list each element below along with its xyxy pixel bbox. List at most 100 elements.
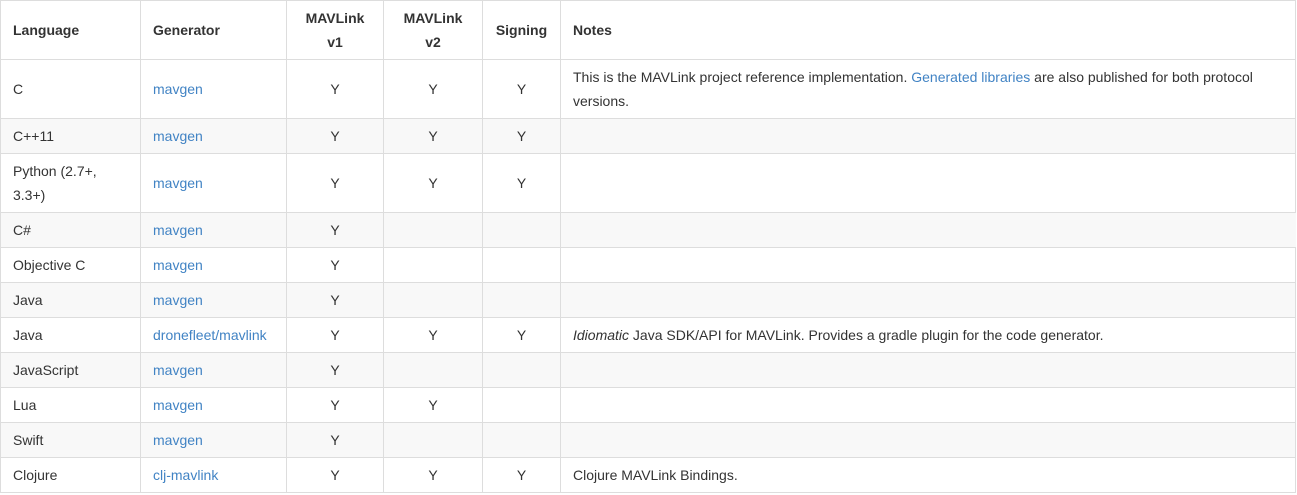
cell-v1: Y	[286, 457, 384, 493]
cell-signing: Y	[482, 317, 561, 353]
header-signing: Signing	[482, 0, 561, 60]
cell-language: C	[0, 59, 141, 119]
cell-language: Clojure	[0, 457, 141, 493]
cell-signing	[482, 422, 561, 458]
cell-language: Swift	[0, 422, 141, 458]
cell-notes	[560, 282, 1296, 318]
cell-generator: mavgen	[140, 59, 287, 119]
generator-link[interactable]: mavgen	[153, 175, 203, 191]
notes-emphasis: Idiomatic	[573, 327, 630, 343]
cell-v1: Y	[286, 153, 384, 213]
cell-language: C#	[0, 212, 141, 248]
cell-language: Lua	[0, 387, 141, 423]
cell-v1: Y	[286, 352, 384, 388]
cell-v2	[383, 212, 483, 248]
cell-v2	[383, 352, 483, 388]
cell-v2: Y	[383, 153, 483, 213]
header-notes: Notes	[560, 0, 1296, 60]
header-mavlink-v2-line1: MAVLink	[403, 10, 463, 26]
cell-generator: mavgen	[140, 153, 287, 213]
cell-v1: Y	[286, 422, 384, 458]
table-row: Clojure clj-mavlink Y Y Y Clojure MAVLin…	[0, 457, 1296, 493]
cell-notes	[560, 118, 1296, 154]
cell-generator: mavgen	[140, 282, 287, 318]
cell-v1: Y	[286, 317, 384, 353]
table-row: Swift mavgen Y	[0, 422, 1296, 458]
generated-libraries-link[interactable]: Generated libraries	[911, 69, 1030, 85]
cell-signing: Y	[482, 457, 561, 493]
table-row: C mavgen Y Y Y This is the MAVLink proje…	[0, 59, 1296, 119]
table-row: Java mavgen Y	[0, 282, 1296, 318]
cell-language: C++11	[0, 118, 141, 154]
cell-generator: mavgen	[140, 387, 287, 423]
cell-notes	[560, 387, 1296, 423]
header-generator: Generator	[140, 0, 287, 60]
header-language: Language	[0, 0, 141, 60]
cell-v1: Y	[286, 212, 384, 248]
generator-link[interactable]: mavgen	[153, 128, 203, 144]
cell-v2: Y	[383, 387, 483, 423]
cell-language: JavaScript	[0, 352, 141, 388]
generator-link[interactable]: mavgen	[153, 397, 203, 413]
header-mavlink-v1: MAVLink v1	[286, 0, 384, 60]
header-mavlink-v1-line1: MAVLink	[305, 10, 365, 26]
cell-v2	[383, 282, 483, 318]
table-row: Objective C mavgen Y	[0, 247, 1296, 283]
cell-notes	[560, 153, 1296, 213]
generator-link[interactable]: mavgen	[153, 257, 203, 273]
generator-link[interactable]: mavgen	[153, 362, 203, 378]
generator-link[interactable]: mavgen	[153, 292, 203, 308]
cell-generator: clj-mavlink	[140, 457, 287, 493]
cell-v1: Y	[286, 247, 384, 283]
header-row: Language Generator MAVLink v1 MAVLink v2…	[0, 0, 1296, 60]
language-line2: 3.3+)	[13, 187, 46, 203]
table-row: C++11 mavgen Y Y Y	[0, 118, 1296, 154]
cell-signing: Y	[482, 59, 561, 119]
table-row: C# mavgen Y	[0, 212, 1296, 248]
header-mavlink-v2: MAVLink v2	[383, 0, 483, 60]
generator-link[interactable]: mavgen	[153, 222, 203, 238]
cell-generator: mavgen	[140, 422, 287, 458]
table-row: JavaScript mavgen Y	[0, 352, 1296, 388]
mavlink-languages-table: Language Generator MAVLink v1 MAVLink v2…	[0, 0, 1296, 493]
cell-signing	[482, 282, 561, 318]
header-mavlink-v1-line2: v1	[327, 34, 343, 50]
generator-link[interactable]: mavgen	[153, 81, 203, 97]
cell-notes	[560, 247, 1296, 283]
cell-notes: Idiomatic Java SDK/API for MAVLink. Prov…	[560, 317, 1296, 353]
cell-generator: mavgen	[140, 118, 287, 154]
table-row: Lua mavgen Y Y	[0, 387, 1296, 423]
cell-language: Java	[0, 282, 141, 318]
cell-v1: Y	[286, 387, 384, 423]
cell-v2: Y	[383, 457, 483, 493]
cell-generator: dronefleet/mavlink	[140, 317, 287, 353]
notes-text-pre: This is the MAVLink project reference im…	[573, 69, 912, 85]
cell-notes	[560, 212, 1296, 248]
cell-signing: Y	[482, 118, 561, 154]
cell-v2	[383, 422, 483, 458]
cell-generator: mavgen	[140, 352, 287, 388]
generator-link[interactable]: mavgen	[153, 432, 203, 448]
cell-signing	[482, 212, 561, 248]
cell-notes	[560, 352, 1296, 388]
table-header: Language Generator MAVLink v1 MAVLink v2…	[0, 0, 1296, 60]
cell-notes	[560, 422, 1296, 458]
generator-link[interactable]: clj-mavlink	[153, 467, 218, 483]
generator-link[interactable]: dronefleet/mavlink	[153, 327, 267, 343]
table-row: Python (2.7+, 3.3+) mavgen Y Y Y	[0, 153, 1296, 213]
language-line1: Python (2.7+,	[13, 163, 97, 179]
cell-generator: mavgen	[140, 212, 287, 248]
cell-signing	[482, 387, 561, 423]
cell-language: Objective C	[0, 247, 141, 283]
cell-signing	[482, 247, 561, 283]
cell-v2: Y	[383, 118, 483, 154]
cell-v2: Y	[383, 317, 483, 353]
cell-generator: mavgen	[140, 247, 287, 283]
cell-notes: This is the MAVLink project reference im…	[560, 59, 1296, 119]
table-row: Java dronefleet/mavlink Y Y Y Idiomatic …	[0, 317, 1296, 353]
cell-v1: Y	[286, 282, 384, 318]
notes-text-post: Java SDK/API for MAVLink. Provides a gra…	[629, 327, 1104, 343]
cell-language: Python (2.7+, 3.3+)	[0, 153, 141, 213]
cell-signing	[482, 352, 561, 388]
cell-v1: Y	[286, 118, 384, 154]
